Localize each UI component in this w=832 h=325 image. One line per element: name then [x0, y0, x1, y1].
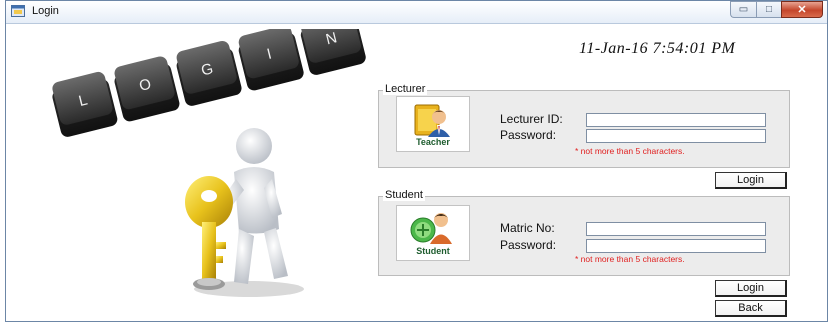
back-button[interactable]: Back: [715, 300, 787, 317]
lecturer-password-label: Password:: [500, 128, 557, 142]
key-figure-illustration: [185, 128, 304, 297]
maximize-button[interactable]: □: [756, 1, 781, 18]
student-password-hint: * not more than 5 characters.: [575, 254, 685, 264]
key-g: G: [176, 40, 242, 106]
student-group: Student Student Matric No: Password: * n…: [378, 189, 790, 276]
minimize-button[interactable]: ▭: [730, 1, 756, 18]
student-avatar-box: Student: [396, 205, 470, 261]
lecturer-id-input[interactable]: [586, 113, 766, 127]
student-login-button[interactable]: Login: [715, 280, 787, 297]
datetime-display: 11-Jan-16 7:54:01 PM: [579, 40, 736, 57]
key-i: I: [238, 29, 304, 91]
key-n: N: [300, 29, 366, 75]
title-bar: Login ▭ □ ✕: [6, 1, 827, 24]
login-window: Login ▭ □ ✕ L O G I N 11-Jan-16 7:54:01 …: [5, 0, 828, 322]
student-group-legend: Student: [383, 189, 425, 201]
lecturer-id-label: Lecturer ID:: [500, 112, 563, 126]
lecturer-group: Lecturer Teacher Lecturer ID: Password: …: [378, 83, 790, 168]
lecturer-password-input[interactable]: [586, 129, 766, 143]
close-button[interactable]: ✕: [781, 1, 823, 18]
window-title: Login: [32, 5, 59, 17]
matric-no-label: Matric No:: [500, 221, 555, 235]
window-controls: ▭ □ ✕: [730, 1, 823, 19]
lecturer-login-button[interactable]: Login: [715, 172, 787, 189]
student-caption: Student: [416, 246, 450, 256]
key-l: L: [52, 71, 118, 137]
lecturer-group-legend: Lecturer: [383, 83, 428, 95]
student-password-label: Password:: [500, 238, 557, 252]
key-o: O: [114, 56, 180, 122]
lecturer-password-hint: * not more than 5 characters.: [575, 146, 685, 156]
teacher-avatar-box: Teacher: [396, 96, 470, 152]
student-icon: [410, 213, 452, 244]
client-area: L O G I N 11-Jan-16 7:54:01 PM Lecturer …: [14, 24, 819, 317]
teacher-icon: [414, 104, 450, 137]
teacher-caption: Teacher: [416, 137, 450, 147]
matric-no-input[interactable]: [586, 222, 766, 236]
student-password-input[interactable]: [586, 239, 766, 253]
app-window-icon: [11, 5, 25, 17]
keyboard-keys-illustration: L O G I N: [52, 29, 366, 137]
